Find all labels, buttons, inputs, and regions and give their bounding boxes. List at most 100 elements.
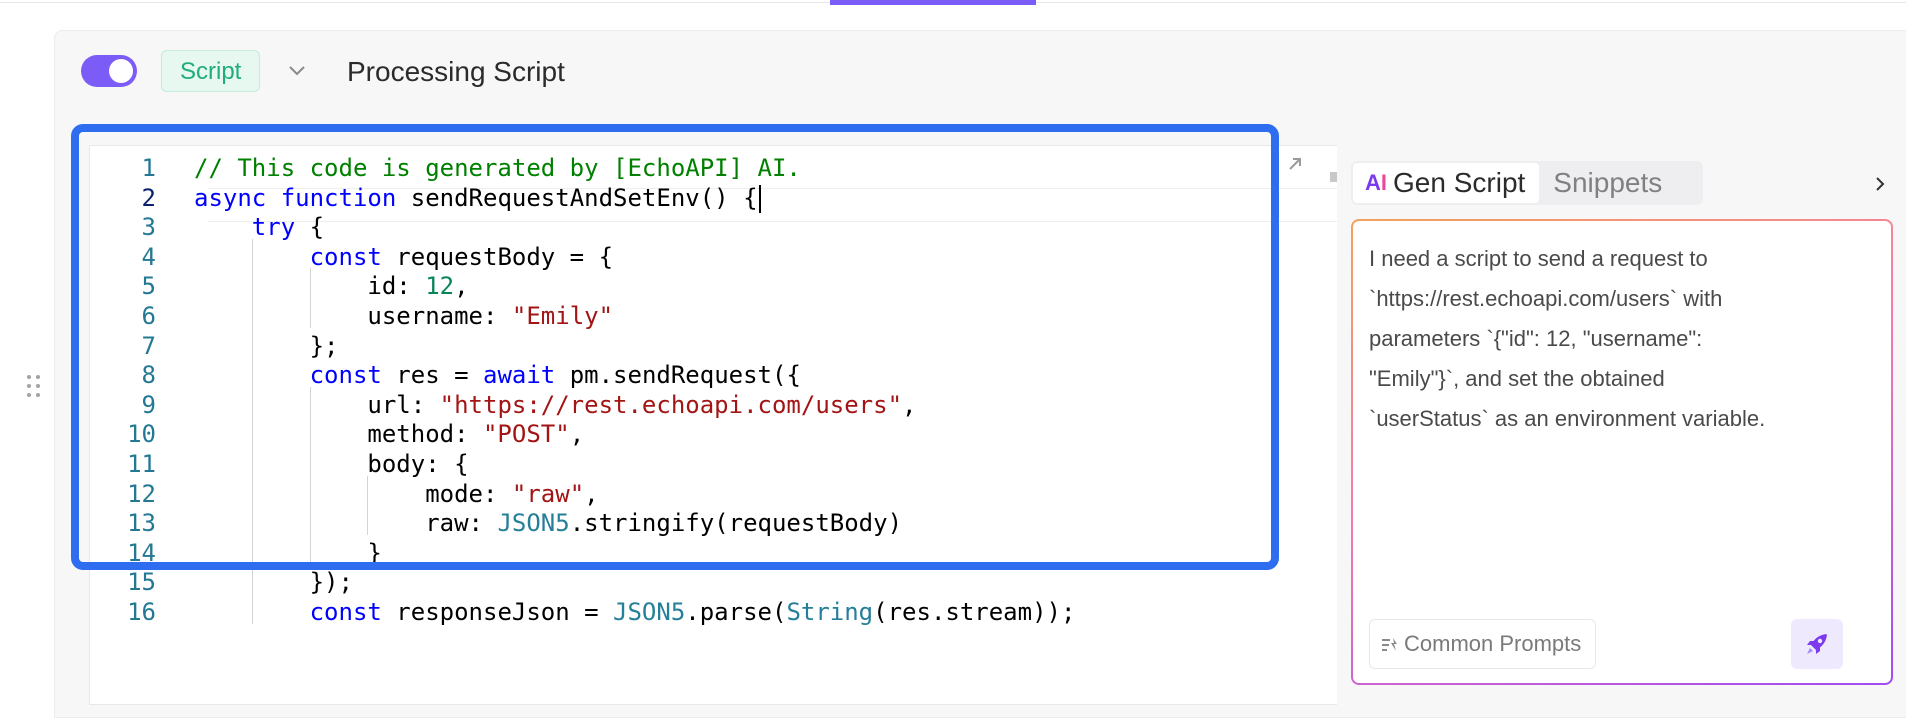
indent-guide xyxy=(367,505,369,535)
indent-guide xyxy=(309,534,311,565)
code-token: , xyxy=(584,479,599,508)
code-token: "POST" xyxy=(482,420,570,449)
indent-guide xyxy=(367,475,369,506)
expand-icon[interactable] xyxy=(1285,154,1305,174)
card-title: Processing Script xyxy=(347,56,565,87)
code-token: , xyxy=(902,390,917,419)
processing-script-card: Script Processing Script 1 2 3 4 5 6 7 8 9 10 11 12… xyxy=(54,30,1906,718)
tab-gen-script[interactable]: AI Gen Script xyxy=(1353,163,1540,203)
indent-guide xyxy=(251,386,253,417)
indent-guide xyxy=(251,446,253,476)
chevron-right-icon[interactable] xyxy=(1873,175,1887,193)
code-token: async xyxy=(194,183,267,212)
indent-guide xyxy=(251,327,253,358)
code-token: String xyxy=(786,598,874,626)
indent-guide xyxy=(309,446,311,476)
code-editor[interactable]: 1 2 3 4 5 6 7 8 9 10 11 12 13 14 15 16 // This code is … xyxy=(89,145,1375,705)
indent-guide xyxy=(251,357,253,387)
code-token: 12 xyxy=(425,272,455,301)
code-token: const xyxy=(309,598,382,626)
prompt-line: `https://rest.echoapi.com/users` with xyxy=(1369,286,1723,311)
code-token: }; xyxy=(309,331,339,360)
indent-guide xyxy=(251,298,253,328)
indent-guide xyxy=(251,594,253,624)
drag-handle-icon[interactable] xyxy=(27,375,47,405)
text-cursor xyxy=(758,184,761,213)
code-token: (res.stream)); xyxy=(873,598,1076,626)
code-token: id: xyxy=(367,272,426,301)
prompt-list-icon xyxy=(1382,638,1397,651)
code-token: method: xyxy=(367,420,483,449)
ai-side-panel: AI Gen Script Snippets I need a script t… xyxy=(1337,145,1906,705)
prompt-line: parameters `{"id": 12, "username": xyxy=(1369,326,1703,351)
code-token: body: { xyxy=(367,450,469,478)
common-prompts-label: Common Prompts xyxy=(1404,631,1582,656)
script-type-badge[interactable]: Script xyxy=(161,50,261,92)
indent-guide xyxy=(309,298,311,328)
active-tab-indicator xyxy=(830,0,1036,5)
indent-guide xyxy=(251,238,253,269)
code-token: , xyxy=(569,420,585,449)
prompt-line: I need a script to send a request to xyxy=(1369,246,1708,271)
code-content[interactable]: // This code is generated by [EchoAPI] A… xyxy=(90,146,1374,704)
code-token: mode: xyxy=(425,479,512,508)
code-token: "Emily" xyxy=(511,302,614,330)
indent-guide xyxy=(309,268,311,298)
indent-guide xyxy=(309,416,311,446)
code-line[interactable]: raw: JSON5.stringify(requestBody) xyxy=(425,505,902,541)
code-token: raw: xyxy=(425,509,498,538)
rocket-icon xyxy=(1807,634,1827,654)
indent-guide xyxy=(251,475,253,506)
code-token: username: xyxy=(367,302,512,330)
prompt-input[interactable]: I need a script to send a request to `ht… xyxy=(1351,219,1893,685)
generate-button[interactable] xyxy=(1791,619,1843,669)
indent-guide xyxy=(251,268,253,298)
indent-guide xyxy=(251,505,253,535)
toggle-knob xyxy=(109,59,133,83)
enable-toggle[interactable] xyxy=(81,55,137,87)
code-token: pm.sendRequest({ xyxy=(555,361,801,390)
code-token: const xyxy=(309,361,382,390)
code-token: function xyxy=(280,183,397,212)
code-token: .stringify(requestBody) xyxy=(569,509,903,538)
code-token: // This code is generated by [EchoAPI] A… xyxy=(194,154,801,182)
indent-guide xyxy=(309,475,311,506)
tab-snippets[interactable]: Snippets xyxy=(1539,163,1676,203)
code-line[interactable]: const responseJson = JSON5.parse(String(… xyxy=(310,594,1076,630)
code-token: requestBody = { xyxy=(381,242,614,271)
card-header: Script Processing Script xyxy=(55,31,1906,115)
code-token: , xyxy=(454,272,469,301)
prompt-line: `userStatus` as an environment variable. xyxy=(1369,406,1766,431)
indent-guide xyxy=(251,564,253,594)
code-token: responseJson = xyxy=(381,598,614,626)
side-panel-tabs: AI Gen Script Snippets xyxy=(1351,161,1703,205)
code-line[interactable]: } xyxy=(367,535,381,571)
ai-icon: AI xyxy=(1365,170,1388,195)
common-prompts-button[interactable]: Common Prompts xyxy=(1369,619,1597,669)
code-token: JSON5 xyxy=(497,509,570,538)
tab-snippets-label: Snippets xyxy=(1553,167,1663,198)
code-token: sendRequestAndSetEnv() { xyxy=(396,183,758,212)
chevron-down-icon[interactable] xyxy=(287,63,307,79)
prompt-text[interactable]: I need a script to send a request to `ht… xyxy=(1369,239,1869,439)
code-token: { xyxy=(295,213,325,242)
prompt-line: "Emily"}`, and set the obtained xyxy=(1369,366,1665,391)
code-token: }); xyxy=(309,568,353,597)
tab-gen-script-label: Gen Script xyxy=(1393,167,1526,198)
code-token: try xyxy=(251,213,296,242)
code-token: "https://rest.echoapi.com/users" xyxy=(439,390,903,419)
code-token: res = xyxy=(381,361,483,390)
code-token: JSON5 xyxy=(613,598,686,626)
indent-guide xyxy=(251,534,253,565)
code-token: "raw" xyxy=(511,479,585,508)
indent-guide xyxy=(309,505,311,535)
code-line[interactable]: username: "Emily" xyxy=(367,298,613,334)
code-token: const xyxy=(309,242,382,271)
indent-guide xyxy=(309,386,311,417)
code-token: } xyxy=(367,538,382,567)
code-token: await xyxy=(483,361,556,390)
code-token: url: xyxy=(367,390,440,419)
code-token: .parse( xyxy=(685,598,787,626)
indent-guide xyxy=(251,416,253,446)
